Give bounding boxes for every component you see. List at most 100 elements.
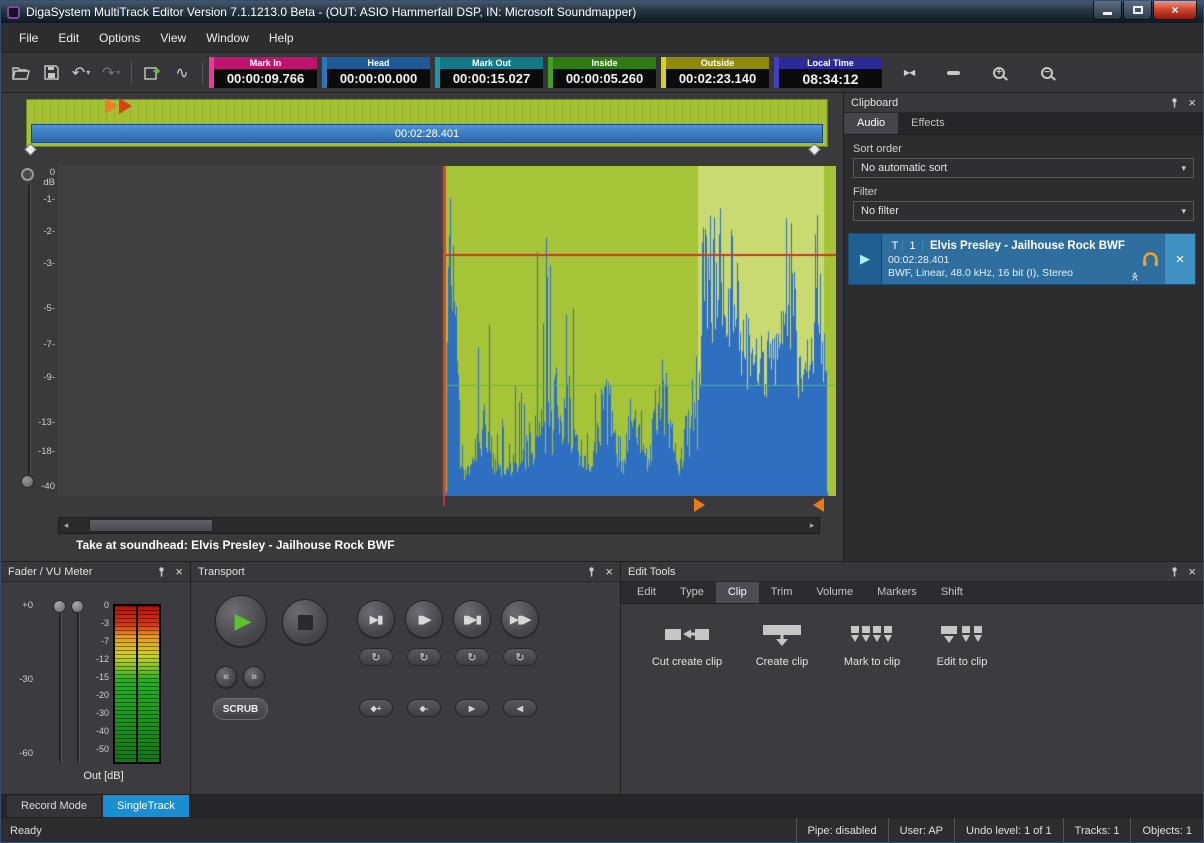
export-icon[interactable]: [138, 59, 166, 87]
pin-icon[interactable]: [587, 567, 596, 577]
panel-close-icon[interactable]: ×: [605, 567, 613, 577]
tab-record-mode[interactable]: Record Mode: [7, 795, 101, 817]
play-around-button[interactable]: ▶▮▶: [501, 600, 539, 638]
fader-track-right[interactable]: [77, 610, 80, 762]
pin-icon[interactable]: [1170, 98, 1179, 108]
fader-knob-right[interactable]: [71, 600, 84, 613]
loop-button-1[interactable]: ↻: [359, 648, 393, 666]
add-marker-button[interactable]: ◆+: [359, 699, 393, 717]
maximize-button[interactable]: [1123, 1, 1152, 20]
time-field-mark-in[interactable]: Mark In 00:00:09.766: [209, 57, 317, 88]
scroll-left-icon[interactable]: ◂: [59, 520, 73, 531]
db-tick: -1-: [9, 194, 55, 205]
prev-marker-button[interactable]: ◀: [503, 699, 537, 717]
scrollbar-track[interactable]: [73, 518, 805, 533]
fader-knob-left[interactable]: [53, 600, 66, 613]
save-icon[interactable]: [37, 59, 65, 87]
play-button[interactable]: ▶: [215, 595, 267, 647]
play-from-mark-button[interactable]: ▮▶: [405, 600, 443, 638]
scroll-right-icon[interactable]: ▸: [805, 520, 819, 531]
db-tick: -40: [9, 481, 55, 492]
overview-position-bar[interactable]: 00:02:28.401: [31, 124, 823, 143]
time-field-head[interactable]: Head 00:00:00.000: [322, 57, 430, 88]
panel-close-icon[interactable]: ×: [175, 567, 183, 577]
play-icon: ▶: [235, 610, 252, 632]
marker-flag-icon[interactable]: [105, 98, 118, 114]
vu-bar-left: [115, 606, 136, 762]
tab-singletrack[interactable]: SingleTrack: [103, 795, 189, 817]
minimize-button[interactable]: [1093, 1, 1122, 20]
panel-close-icon[interactable]: ×: [1188, 567, 1196, 577]
overview-bar[interactable]: 00:02:28.401: [26, 99, 828, 147]
horizontal-scrollbar[interactable]: ◂ ▸: [58, 517, 820, 534]
tab-clip[interactable]: Clip: [716, 582, 759, 603]
menu-edit[interactable]: Edit: [48, 26, 89, 50]
vu-scale-tick: 0: [89, 600, 109, 610]
tab-edit[interactable]: Edit: [625, 582, 668, 603]
rewind-button[interactable]: «: [215, 666, 237, 688]
undo-button[interactable]: ↶▾: [67, 59, 95, 87]
loop-button-2[interactable]: ↻: [407, 648, 441, 666]
zoom-in-icon[interactable]: +: [985, 59, 1013, 87]
prelisten-button[interactable]: ≪: [1136, 234, 1164, 284]
create-clip-button[interactable]: Create clip: [737, 617, 827, 668]
tab-effects[interactable]: Effects: [898, 113, 957, 134]
loop-button-3[interactable]: ↻: [455, 648, 489, 666]
tab-markers[interactable]: Markers: [865, 582, 929, 603]
menu-window[interactable]: Window: [196, 26, 259, 50]
time-field-inside[interactable]: Inside 00:00:05.260: [548, 57, 656, 88]
tab-audio[interactable]: Audio: [844, 113, 898, 134]
redo-button[interactable]: ↷▾: [97, 59, 125, 87]
title-bar[interactable]: DigaSystem MultiTrack Editor Version 7.1…: [1, 1, 1203, 23]
time-field-mark-out[interactable]: Mark Out 00:00:15.027: [435, 57, 543, 88]
time-field-local-time[interactable]: Local Time 08:34:12: [774, 57, 882, 88]
menu-file[interactable]: File: [9, 26, 48, 50]
tab-type[interactable]: Type: [668, 582, 716, 603]
meet-arrows-icon[interactable]: ▶◀: [895, 59, 923, 87]
next-marker-button[interactable]: ▶: [455, 699, 489, 717]
tab-volume[interactable]: Volume: [804, 582, 865, 603]
zoom-out-icon[interactable]: −: [1033, 59, 1061, 87]
forward-button[interactable]: »: [243, 666, 265, 688]
loop-button-4[interactable]: ↻: [503, 648, 537, 666]
clipboard-tabs: Audio Effects: [844, 113, 1203, 135]
tab-shift[interactable]: Shift: [929, 582, 975, 603]
filter-select[interactable]: No filter ▾: [853, 201, 1194, 221]
menu-options[interactable]: Options: [89, 26, 150, 50]
menu-help[interactable]: Help: [259, 26, 304, 50]
play-to-end-button[interactable]: ▶▮: [357, 600, 395, 638]
clipboard-item[interactable]: ▶ T 1 Elvis Presley - Jailhouse Rock BWF…: [848, 233, 1196, 285]
open-folder-icon[interactable]: [7, 59, 35, 87]
remove-marker-button[interactable]: ◆-: [407, 699, 441, 717]
item-remove-button[interactable]: ×: [1164, 234, 1195, 284]
scrollbar-thumb[interactable]: [89, 519, 213, 532]
scrub-button[interactable]: SCRUB: [213, 698, 268, 720]
tab-trim[interactable]: Trim: [759, 582, 805, 603]
pin-icon[interactable]: [1170, 567, 1179, 577]
close-button[interactable]: ×: [1153, 1, 1197, 20]
marker-flag-icon[interactable]: [119, 98, 132, 114]
cut-create-clip-button[interactable]: Cut create clip: [637, 617, 737, 668]
collapse-toolbar-icon[interactable]: [939, 59, 967, 87]
selection-end-marker[interactable]: [813, 498, 824, 512]
item-format: BWF, Linear, 48.0 kHz, 16 bit (I), Stere…: [888, 267, 1130, 280]
play-selection-button[interactable]: ▮▶▮: [453, 600, 491, 638]
time-field-outside[interactable]: Outside 00:02:23.140: [661, 57, 769, 88]
fader-track-left[interactable]: [59, 610, 62, 762]
edit-to-clip-button[interactable]: Edit to clip: [917, 617, 1007, 668]
selection-start-marker[interactable]: [694, 498, 705, 512]
db-tick: -9-: [9, 372, 55, 383]
mark-to-clip-button[interactable]: Mark to clip: [827, 617, 917, 668]
sort-order-select[interactable]: No automatic sort ▾: [853, 158, 1194, 178]
pin-icon[interactable]: [157, 567, 166, 577]
forward-icon: »: [251, 671, 257, 683]
item-play-button[interactable]: ▶: [849, 234, 882, 284]
vu-scale-tick: -3: [89, 618, 109, 628]
db-tick: -7-: [9, 339, 55, 350]
stop-button[interactable]: [282, 599, 328, 645]
waveform-canvas[interactable]: [58, 166, 836, 496]
waveform-tool-icon[interactable]: ∿: [168, 59, 196, 87]
menu-view[interactable]: View: [150, 26, 196, 50]
panel-close-icon[interactable]: ×: [1188, 98, 1196, 108]
collapse-chevrons-icon[interactable]: ≪: [1129, 272, 1140, 281]
